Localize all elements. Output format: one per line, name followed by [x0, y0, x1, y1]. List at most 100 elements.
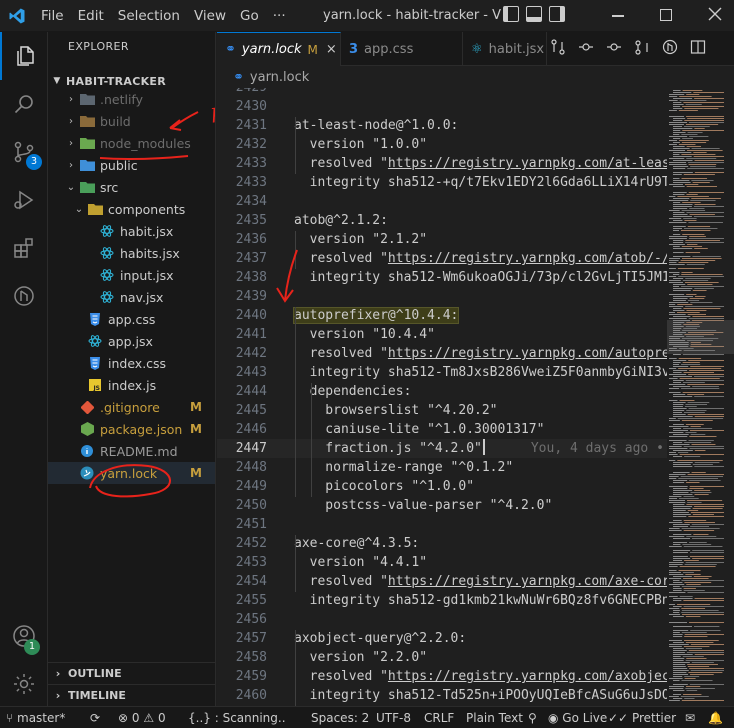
activity-bar: 3 1: [0, 32, 48, 706]
minimap-line: [683, 600, 724, 601]
minimap[interactable]: [667, 88, 734, 706]
menu-more[interactable]: ···: [266, 0, 293, 32]
tab-app-css[interactable]: 3 app.css: [341, 32, 463, 66]
code-line[interactable]: 2451: [217, 515, 667, 534]
eol-status[interactable]: CRLF: [424, 707, 454, 728]
code-line[interactable]: 2458 version "2.2.0": [217, 648, 667, 667]
menu-view[interactable]: View: [187, 0, 233, 32]
remote-explorer-icon[interactable]: [0, 272, 48, 320]
minimap-line: [694, 494, 709, 495]
code-line[interactable]: 2430: [217, 97, 667, 116]
explorer-icon[interactable]: [0, 32, 48, 80]
minimap-line: [673, 120, 683, 121]
split-editor-icon[interactable]: [690, 39, 706, 55]
toggle-panel-icon[interactable]: [526, 6, 542, 22]
code-line[interactable]: 2431 at-least-node@^1.0.0:: [217, 116, 667, 135]
code-line[interactable]: 2444 dependencies:: [217, 382, 667, 401]
code-line[interactable]: 2435 atob@^2.1.2:: [217, 211, 667, 230]
maximize-button[interactable]: [660, 9, 672, 21]
next-change-icon[interactable]: [606, 39, 622, 55]
menu-edit[interactable]: Edit: [71, 0, 111, 32]
code-line[interactable]: 2449 picocolors "^1.0.0": [217, 477, 667, 496]
breadcrumb[interactable]: ⚭ yarn.lock: [217, 66, 734, 88]
language-mode[interactable]: Plain Text: [466, 707, 523, 728]
minimap-line: [683, 428, 713, 429]
code-line[interactable]: 2433 integrity sha512-+q/t7Ekv1EDY2l6Gda…: [217, 173, 667, 192]
accounts-icon[interactable]: 1: [0, 612, 48, 660]
minimap-line: [681, 178, 708, 179]
code-line[interactable]: 2446 caniuse-lite "^1.0.30001317": [217, 420, 667, 439]
sync-icon[interactable]: ⟳: [90, 707, 100, 728]
code-line[interactable]: 2440 autoprefixer@^10.4.4:: [217, 306, 667, 325]
timeline-section[interactable]: › TIMELINE: [48, 684, 215, 706]
breadcrumb-file[interactable]: yarn.lock: [250, 70, 309, 85]
prettier-status[interactable]: ✓✓ Prettier: [608, 707, 676, 728]
code-line[interactable]: 2443 integrity sha512-Tm8JxsB286VweiZ5F0…: [217, 363, 667, 382]
minimap-line: [693, 156, 724, 157]
tab-yarn-lock[interactable]: ⚭ yarn.lock M ×: [217, 32, 341, 66]
menu-selection[interactable]: Selection: [111, 0, 187, 32]
minimize-button[interactable]: [612, 15, 624, 17]
go-live-button[interactable]: ◉ Go Live: [548, 707, 607, 728]
minimap-line: [685, 282, 719, 283]
minimap-line: [673, 480, 688, 481]
vscode-logo-icon[interactable]: [0, 0, 34, 32]
run-debug-icon[interactable]: [0, 176, 48, 224]
ports-icon[interactable]: ⚲: [528, 707, 537, 728]
open-changes-icon[interactable]: [634, 39, 650, 55]
code-line[interactable]: 2434: [217, 192, 667, 211]
code-line[interactable]: 2433 resolved "https://registry.yarnpkg.…: [217, 154, 667, 173]
code-line[interactable]: 2441 version "10.4.4": [217, 325, 667, 344]
code-key: resolved: [294, 669, 381, 684]
encoding-status[interactable]: UTF-8: [376, 707, 411, 728]
tab-habit-jsx[interactable]: ⚛ habit.jsx: [463, 32, 547, 66]
toggle-sidebar-icon[interactable]: [503, 6, 519, 22]
outline-section[interactable]: › OUTLINE: [48, 662, 215, 684]
minimap-line: [673, 290, 691, 291]
code-editor[interactable]: 2429 2430 2431 at-least-node@^1.0.0: 2432 ve…: [217, 88, 667, 706]
search-icon[interactable]: [0, 80, 48, 128]
minimap-viewport-slider[interactable]: [667, 320, 734, 354]
code-line[interactable]: 2455 integrity sha512-gd1kmb21kwNuWr6BQz…: [217, 591, 667, 610]
notifications-bell-icon[interactable]: 🔔: [708, 707, 723, 728]
code-line[interactable]: 2447 fraction.js "^4.2.0" You, 4 days ago…: [217, 439, 667, 458]
indentation-status[interactable]: Spaces: 2: [311, 707, 369, 728]
code-line[interactable]: 2457 axobject-query@^2.2.0:: [217, 629, 667, 648]
menu-go[interactable]: Go: [233, 0, 266, 32]
code-line[interactable]: 2429: [217, 88, 667, 97]
minimap-line: [673, 214, 688, 215]
compare-changes-icon[interactable]: [550, 39, 566, 55]
tab-close-icon[interactable]: ×: [326, 42, 337, 57]
code-line[interactable]: 2452 axe-core@^4.3.5:: [217, 534, 667, 553]
git-branch[interactable]: ⑂ master*: [6, 707, 65, 728]
extensions-icon[interactable]: [0, 224, 48, 272]
problems-indicator[interactable]: ⊗ 0 ⚠ 0: [118, 707, 166, 728]
git-graph-icon[interactable]: [662, 39, 678, 55]
source-control-icon[interactable]: 3: [0, 128, 48, 176]
code-line[interactable]: 2456: [217, 610, 667, 629]
code-line[interactable]: 2460 integrity sha512-Td525n+iPOOyUQIeBf…: [217, 686, 667, 705]
code-line[interactable]: 2445 browserslist "^4.20.2": [217, 401, 667, 420]
code-line[interactable]: 2453 version "4.4.1": [217, 553, 667, 572]
minimap-line: [673, 118, 686, 119]
minimap-line: [682, 280, 709, 281]
scanning-status[interactable]: {..} : Scanning..: [188, 707, 286, 728]
manage-gear-icon[interactable]: [0, 660, 48, 708]
menu-file[interactable]: File: [34, 0, 71, 32]
previous-change-icon[interactable]: [578, 39, 594, 55]
toggle-secondary-sidebar-icon[interactable]: [549, 6, 565, 22]
code-line[interactable]: 2442 resolved "https://registry.yarnpkg.…: [217, 344, 667, 363]
minimap-line: [679, 498, 699, 499]
code-line[interactable]: 2459 resolved "https://registry.yarnpkg.…: [217, 667, 667, 686]
minimap-line: [673, 462, 693, 463]
code-text: autoprefixer@^10.4.4:: [292, 306, 460, 325]
close-button[interactable]: [708, 7, 722, 21]
feedback-icon[interactable]: ✉: [685, 707, 695, 728]
code-quote: ": [380, 156, 388, 171]
code-line[interactable]: 2448 normalize-range "^0.1.2": [217, 458, 667, 477]
code-line[interactable]: 2450 postcss-value-parser "^4.2.0": [217, 496, 667, 515]
code-line[interactable]: 2432 version "1.0.0": [217, 135, 667, 154]
minimap-line: [669, 94, 685, 95]
code-line[interactable]: 2436 version "2.1.2": [217, 230, 667, 249]
code-line[interactable]: 2454 resolved "https://registry.yarnpkg.…: [217, 572, 667, 591]
